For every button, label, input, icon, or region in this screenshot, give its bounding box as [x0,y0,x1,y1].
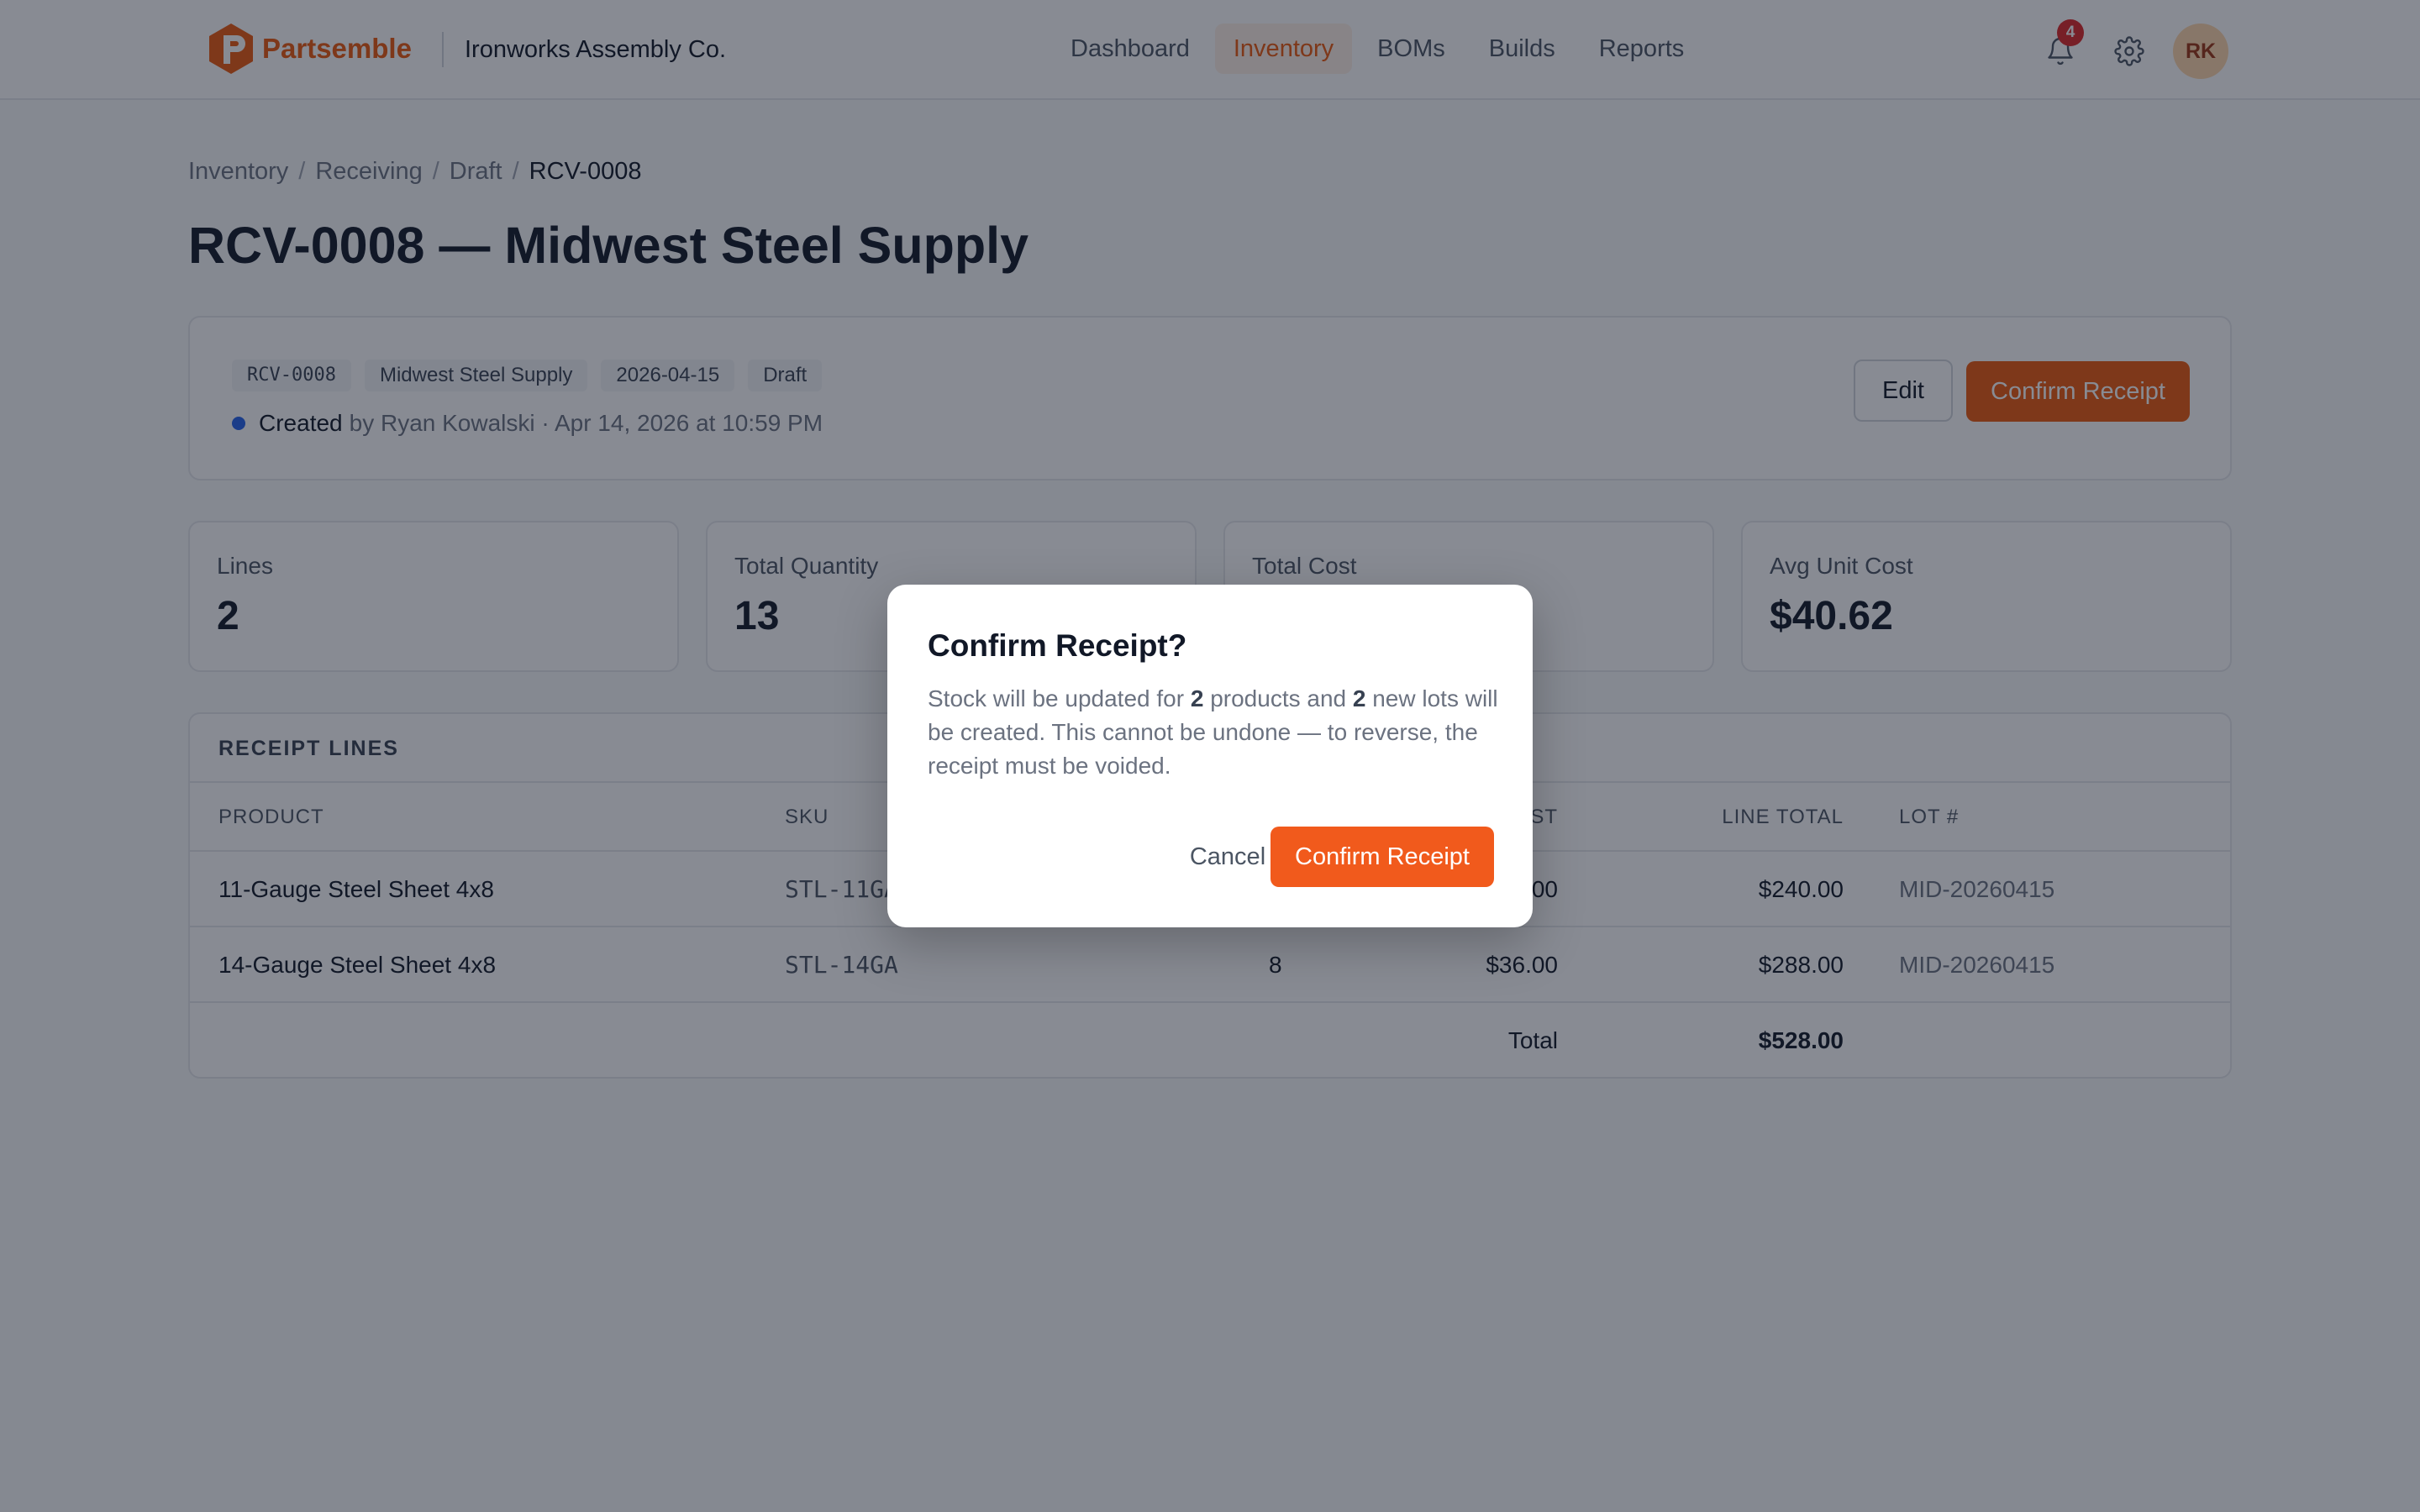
dialog-message-start: Stock will be updated for [928,685,1191,711]
dialog-message: Stock will be updated for 2 products and… [928,682,1499,783]
confirm-receipt-dialog: Confirm Receipt? Stock will be updated f… [887,585,1533,927]
products-count: 2 [1190,685,1204,711]
dialog-confirm-receipt-button[interactable]: Confirm Receipt [1270,827,1494,887]
dialog-message-middle: products and [1203,685,1353,711]
dialog-title: Confirm Receipt? [928,628,1187,663]
lots-count: 2 [1352,685,1366,711]
